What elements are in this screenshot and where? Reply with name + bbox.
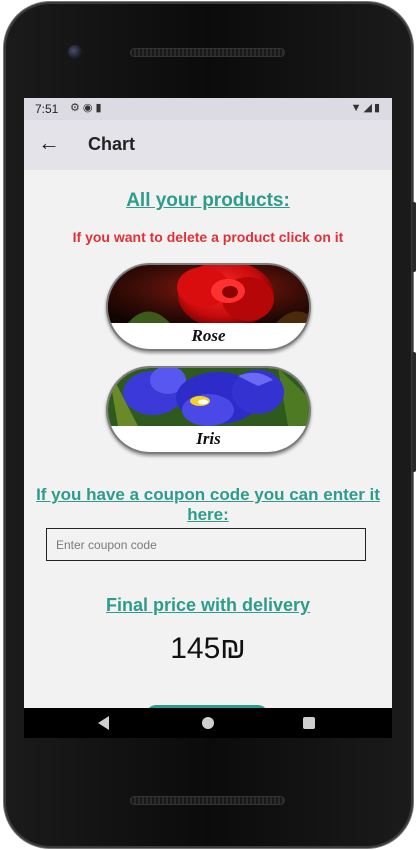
system-nav-bar: [24, 708, 392, 738]
top-speaker: [130, 48, 285, 57]
sim-card-icon: ▮: [95, 102, 105, 114]
volume-button: [412, 352, 416, 472]
signal-icon: ◢: [363, 102, 374, 114]
product-card-iris[interactable]: Iris: [106, 366, 311, 454]
arrow-left-icon[interactable]: ←: [38, 130, 60, 156]
product-name-iris: Iris: [196, 429, 221, 448]
product-card-rose[interactable]: Rose: [106, 263, 311, 351]
recents-square-icon[interactable]: [303, 717, 315, 729]
final-price-value: 145₪: [170, 632, 246, 665]
bottom-speaker: [130, 796, 285, 805]
gear-icon: ⚙: [70, 102, 83, 114]
coupon-heading: If you have a coupon code you can enter …: [36, 485, 380, 524]
power-button: [412, 202, 416, 272]
status-bar: 7:51 ⚙◉▮ ▼◢▮: [24, 98, 392, 120]
iris-image: [108, 368, 309, 426]
home-circle-icon[interactable]: [202, 717, 214, 729]
screen: 7:51 ⚙◉▮ ▼◢▮ ← Chart All your products: …: [24, 98, 392, 738]
battery-icon: ▮: [373, 102, 382, 114]
product-name-rose: Rose: [191, 326, 226, 345]
delete-hint: If you want to delete a product click on…: [72, 229, 344, 245]
final-price-heading: Final price with delivery: [105, 595, 311, 615]
app-bar: ← Chart: [24, 120, 392, 170]
back-triangle-icon[interactable]: [98, 716, 109, 730]
status-time: 7:51: [35, 102, 59, 116]
rose-image: [108, 265, 309, 323]
main-content: All your products: If you want to delete…: [24, 170, 392, 708]
wifi-icon: ▼: [350, 102, 364, 114]
coupon-input[interactable]: [46, 528, 366, 561]
status-right-icons: ▼◢▮: [351, 101, 382, 114]
page-title: Chart: [88, 134, 136, 154]
front-camera: [68, 45, 82, 59]
status-left-icons: ⚙◉▮: [70, 101, 105, 114]
products-heading: All your products:: [126, 190, 290, 211]
android-icon: ◉: [82, 102, 96, 114]
